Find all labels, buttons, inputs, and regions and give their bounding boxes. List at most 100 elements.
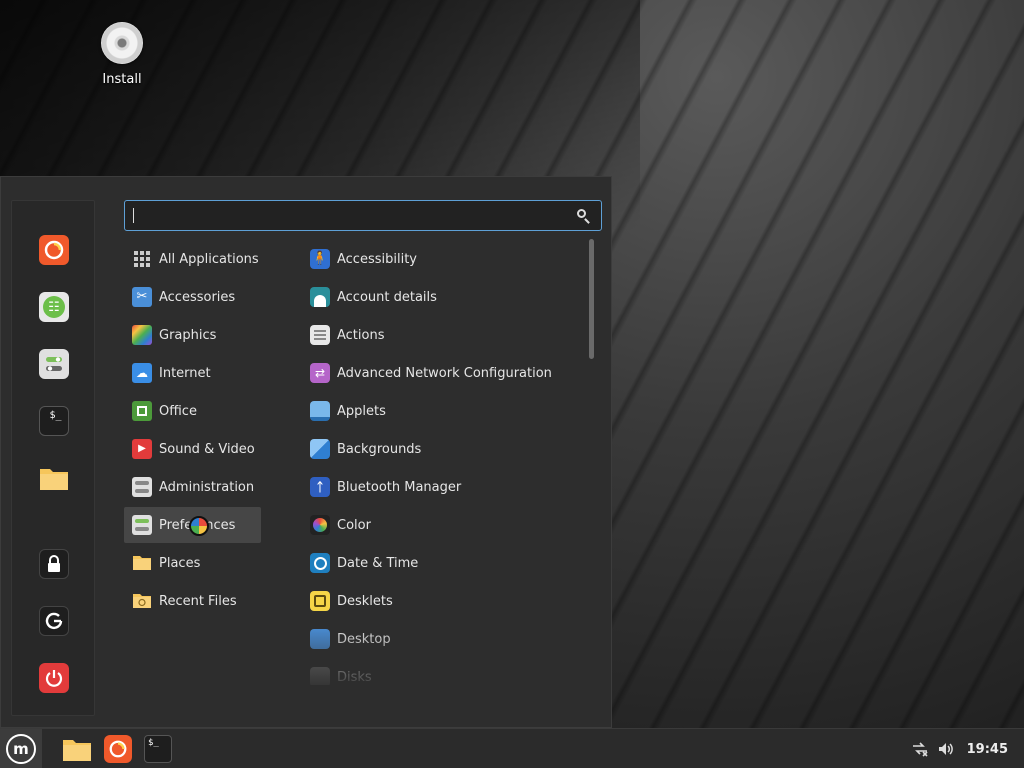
app-label: Applets [337,403,386,419]
app-label: Color [337,517,371,533]
network-icon: ⇄ [310,363,330,383]
application-list-scrollbar[interactable] [589,239,594,359]
busy-cursor-icon [189,516,209,536]
app-backgrounds[interactable]: Backgrounds [302,431,582,467]
app-label: Backgrounds [337,441,422,457]
menu-button[interactable]: m [0,729,42,768]
text-caret [133,208,134,223]
play-icon: ▶ [132,439,152,459]
linux-mint-logo-icon: m [6,734,36,764]
preferences-toggle-icon [132,515,152,535]
category-internet[interactable]: ☁ Internet [124,355,261,391]
application-list: 🧍 Accessibility Account details Actions … [302,241,582,685]
cloud-icon: ☁ [132,363,152,383]
power-icon [39,663,69,693]
clock-icon [310,553,330,573]
app-label: Disks [337,669,372,685]
favorite-lock-screen[interactable] [38,548,70,580]
app-color[interactable]: Color [302,507,582,543]
app-actions[interactable]: Actions [302,317,582,353]
search-icon[interactable] [575,207,593,225]
recent-folder-icon [132,591,152,611]
app-label: Date & Time [337,555,419,571]
network-disconnected-icon[interactable] [911,740,929,758]
graphics-icon [132,325,152,345]
category-all-applications[interactable]: All Applications [124,241,261,277]
category-label: Places [159,555,201,571]
desktop-icon [310,629,330,649]
favorite-software-manager[interactable]: ☷ [38,291,70,323]
grid-icon [132,249,152,269]
panel-launcher-files[interactable] [62,734,92,764]
app-desktop[interactable]: Desktop [302,621,582,657]
category-label: Administration [159,479,255,495]
bottom-panel: m $_ 19:45 [0,728,1024,768]
firefox-icon [104,735,132,763]
desktop-icon-install[interactable]: Install [92,22,152,87]
category-label: All Applications [159,251,259,267]
app-accessibility[interactable]: 🧍 Accessibility [302,241,582,277]
disks-icon [310,667,330,685]
panel-launcher-firefox[interactable] [103,734,133,764]
volume-icon[interactable] [937,740,955,758]
desktop-icon-label: Install [102,72,142,87]
clock[interactable]: 19:45 [967,742,1008,757]
search-box[interactable] [124,200,602,231]
category-recent-files[interactable]: Recent Files [124,583,261,619]
category-graphics[interactable]: Graphics [124,317,261,353]
favorite-shutdown[interactable] [38,662,70,694]
favorite-terminal[interactable]: $_ [38,405,70,437]
folder-icon [63,740,91,761]
terminal-icon: $_ [144,735,172,763]
app-label: Actions [337,327,385,343]
category-label: Internet [159,365,211,381]
applets-icon [310,401,330,421]
disc-icon [101,22,143,64]
backgrounds-icon [310,439,330,459]
firefox-icon [39,235,69,265]
category-label: Recent Files [159,593,237,609]
search-input[interactable] [138,208,575,223]
category-label: Accessories [159,289,236,305]
category-accessories[interactable]: ✂ Accessories [124,279,261,315]
category-list: All Applications ✂ Accessories Graphics … [124,241,264,621]
accessibility-icon: 🧍 [310,249,330,269]
software-manager-icon: ☷ [39,292,69,322]
category-sound-video[interactable]: ▶ Sound & Video [124,431,261,467]
favorite-system-settings[interactable] [38,348,70,380]
folder-icon [132,553,152,573]
application-menu: ☷ $_ All Applications ✂ Accessories Grap… [0,176,612,728]
app-account-details[interactable]: Account details [302,279,582,315]
app-advanced-network-configuration[interactable]: ⇄ Advanced Network Configuration [302,355,582,391]
account-icon [310,287,330,307]
app-date-time[interactable]: Date & Time [302,545,582,581]
category-label: Sound & Video [159,441,255,457]
terminal-icon: $_ [39,406,69,436]
folder-icon [39,463,69,493]
panel-launcher-terminal[interactable]: $_ [143,734,173,764]
favorites-bar: ☷ $_ [11,200,95,716]
favorite-firefox[interactable] [38,234,70,266]
admin-toggle-icon [132,477,152,497]
category-office[interactable]: Office [124,393,261,429]
bluetooth-icon: ᛏ [310,477,330,497]
app-desklets[interactable]: Desklets [302,583,582,619]
app-label: Bluetooth Manager [337,479,462,495]
app-disks[interactable]: Disks [302,659,582,685]
office-icon [132,401,152,421]
app-applets[interactable]: Applets [302,393,582,429]
actions-icon [310,325,330,345]
app-label: Accessibility [337,251,417,267]
scissors-icon: ✂ [132,287,152,307]
category-label: Office [159,403,197,419]
app-label: Account details [337,289,437,305]
logout-icon [39,606,69,636]
category-administration[interactable]: Administration [124,469,261,505]
category-places[interactable]: Places [124,545,261,581]
app-label: Advanced Network Configuration [337,365,552,381]
favorite-logout[interactable] [38,605,70,637]
app-bluetooth-manager[interactable]: ᛏ Bluetooth Manager [302,469,582,505]
desklets-icon [310,591,330,611]
favorite-files[interactable] [38,462,70,494]
system-tray: 19:45 [903,729,1008,768]
